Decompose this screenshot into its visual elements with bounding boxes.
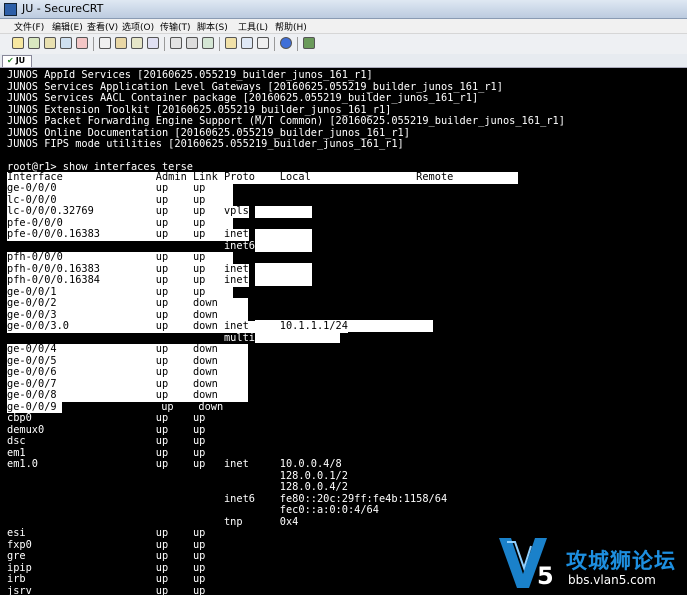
terminal-line: ge-0/0/2 up down (7, 297, 248, 310)
terminal-line: dsc up up (7, 435, 206, 447)
terminal-line: 128.0.0.4/2 (7, 481, 348, 493)
vlan5-logo-five: 5 (537, 562, 554, 590)
terminal-line: jsrv up up (7, 584, 206, 595)
print-selection-icon[interactable] (202, 37, 214, 49)
vlan5-logo: 5 (499, 538, 554, 590)
terminal-line: ge-0/0/4 up down (7, 343, 248, 356)
menu-bar: 文件(F) 编辑(E) 查看(V) 选项(O) 传输(T) 脚本(S) 工具(L… (0, 19, 687, 33)
connect-tab-icon[interactable] (44, 37, 56, 49)
terminal-line: ge-0/0/8 up down (7, 389, 248, 402)
print-setup-icon[interactable] (186, 37, 198, 49)
window-title: JU - SecureCRT (22, 2, 104, 15)
menu-script[interactable]: 脚本(S) (197, 20, 228, 33)
global-options-icon[interactable] (241, 37, 253, 49)
tab-bar: ✔ JU (0, 54, 687, 68)
terminal-line: irb up up (7, 573, 206, 585)
terminal-line: JUNOS FIPS mode utilities [20160625.0552… (7, 138, 404, 150)
keymap-icon[interactable] (257, 37, 269, 49)
terminal-line: ge-0/0/6 up down (7, 366, 248, 379)
connected-check-icon: ✔ (7, 56, 14, 65)
quick-connect-icon[interactable] (28, 37, 40, 49)
sftp-icon[interactable] (303, 37, 315, 49)
reconnect-icon[interactable] (60, 37, 72, 49)
terminal-line: em1.0 up up inet 10.0.0.4/8 (7, 458, 342, 470)
terminal-line: gre up up (7, 550, 206, 562)
terminal-line: fec0::a:0:0:4/64 (7, 504, 379, 516)
disconnect-icon[interactable] (76, 37, 88, 49)
session-tab-label: JU (15, 56, 26, 65)
terminal-line: pfe-0/0/0.16383 up up inet (7, 228, 249, 241)
menu-file[interactable]: 文件(F) (14, 20, 44, 33)
menu-help[interactable]: 帮助(H) (275, 20, 307, 33)
terminal-line: JUNOS Packet Forwarding Engine Support (… (7, 115, 565, 127)
menu-tools[interactable]: 工具(L) (238, 20, 268, 33)
menu-edit[interactable]: 编辑(E) (52, 20, 83, 33)
terminal-area[interactable]: JUNOS AppId Services [20160625.055219_bu… (0, 68, 687, 595)
menu-view[interactable]: 查看(V) (87, 20, 118, 33)
terminal-line: pfh-0/0/0.16384 up up inet (7, 274, 249, 287)
app-icon (4, 3, 17, 16)
terminal-line: ge-0/0/0 up up (7, 182, 233, 195)
help-icon[interactable] (280, 37, 292, 49)
title-bar: JU - SecureCRT (0, 0, 687, 19)
selection-block (255, 206, 312, 218)
toolbar (0, 33, 687, 55)
terminal-line: pfh-0/0/0 up up (7, 251, 233, 264)
connect-icon[interactable] (12, 37, 24, 49)
terminal-line: JUNOS Services AACL Container package [2… (7, 92, 479, 104)
terminal-line: cbp0 up up (7, 412, 206, 424)
selection-block (255, 263, 312, 286)
selection-block (255, 229, 312, 252)
session-tab-ju[interactable]: ✔ JU (2, 55, 32, 67)
terminal-line: lc-0/0/0.32769 up up vpls (7, 205, 249, 218)
menu-options[interactable]: 选项(O) (122, 20, 154, 33)
terminal-line: ge-0/0/3.0 up down inet 10.1.1.1/24 (7, 320, 348, 333)
terminal-line: JUNOS AppId Services [20160625.055219_bu… (7, 69, 373, 81)
copy-paste-icon[interactable] (131, 37, 143, 49)
paste-icon[interactable] (115, 37, 127, 49)
watermark-url: bbs.vlan5.com (568, 573, 656, 587)
find-icon[interactable] (147, 37, 159, 49)
copy-icon[interactable] (99, 37, 111, 49)
watermark-text: 攻城狮论坛 (566, 549, 676, 573)
menu-transfer[interactable]: 传输(T) (160, 20, 191, 33)
print-icon[interactable] (170, 37, 182, 49)
terminal-line: esi up up (7, 527, 206, 539)
session-options-icon[interactable] (225, 37, 237, 49)
